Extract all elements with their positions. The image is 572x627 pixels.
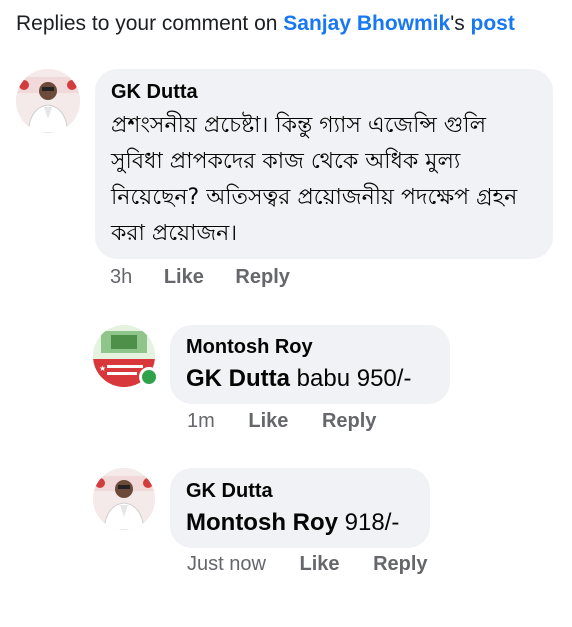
- author-link[interactable]: Sanjay Bhowmik: [283, 12, 450, 35]
- notification-header: Replies to your comment on Sanjay Bhowmi…: [16, 12, 515, 36]
- post-link[interactable]: post: [471, 12, 515, 35]
- avatar[interactable]: [93, 468, 155, 530]
- like-button[interactable]: Like: [164, 266, 204, 289]
- avatar[interactable]: [16, 69, 80, 133]
- reply-button[interactable]: Reply: [235, 266, 289, 289]
- reply-button[interactable]: Reply: [373, 553, 427, 576]
- like-button[interactable]: Like: [248, 410, 288, 433]
- comment-text: প্রশংসনীয় প্রচেষ্টা। কিন্তু গ্যাস এজেন্…: [111, 113, 518, 246]
- comment-bubble: GK Dutta প্রশংসনীয় প্রচেষ্টা। কিন্তু গ্…: [95, 69, 553, 259]
- mention-link[interactable]: GK Dutta: [186, 365, 290, 392]
- header-possessive: 's: [450, 12, 471, 35]
- timestamp[interactable]: 3h: [110, 266, 132, 289]
- comment-text-content: 918/-: [344, 509, 400, 536]
- mention-link[interactable]: Montosh Roy: [186, 509, 338, 536]
- comment-bubble: Montosh Roy GK Dutta babu 950/-: [170, 325, 450, 404]
- comment-text-content: babu 950/-: [296, 365, 412, 392]
- timestamp[interactable]: Just now: [187, 553, 266, 576]
- comment-bubble: GK Dutta Montosh Roy 918/-: [170, 468, 430, 548]
- like-button[interactable]: Like: [300, 553, 340, 576]
- timestamp[interactable]: 1m: [187, 410, 215, 433]
- online-status-icon: [139, 367, 159, 387]
- reply-button[interactable]: Reply: [322, 410, 376, 433]
- comment-author[interactable]: GK Dutta: [111, 81, 537, 104]
- comment-text: GK Dutta babu 950/-: [186, 361, 434, 397]
- comment-meta: Just now Like Reply: [187, 553, 428, 576]
- comment-author[interactable]: Montosh Roy: [186, 336, 434, 359]
- comment-text: Montosh Roy 918/-: [186, 505, 414, 541]
- comment-author[interactable]: GK Dutta: [186, 480, 414, 503]
- svg-text:★: ★: [99, 364, 106, 373]
- header-prefix: Replies to your comment on: [16, 12, 284, 35]
- comment-meta: 3h Like Reply: [110, 266, 290, 289]
- comment-meta: 1m Like Reply: [187, 410, 376, 433]
